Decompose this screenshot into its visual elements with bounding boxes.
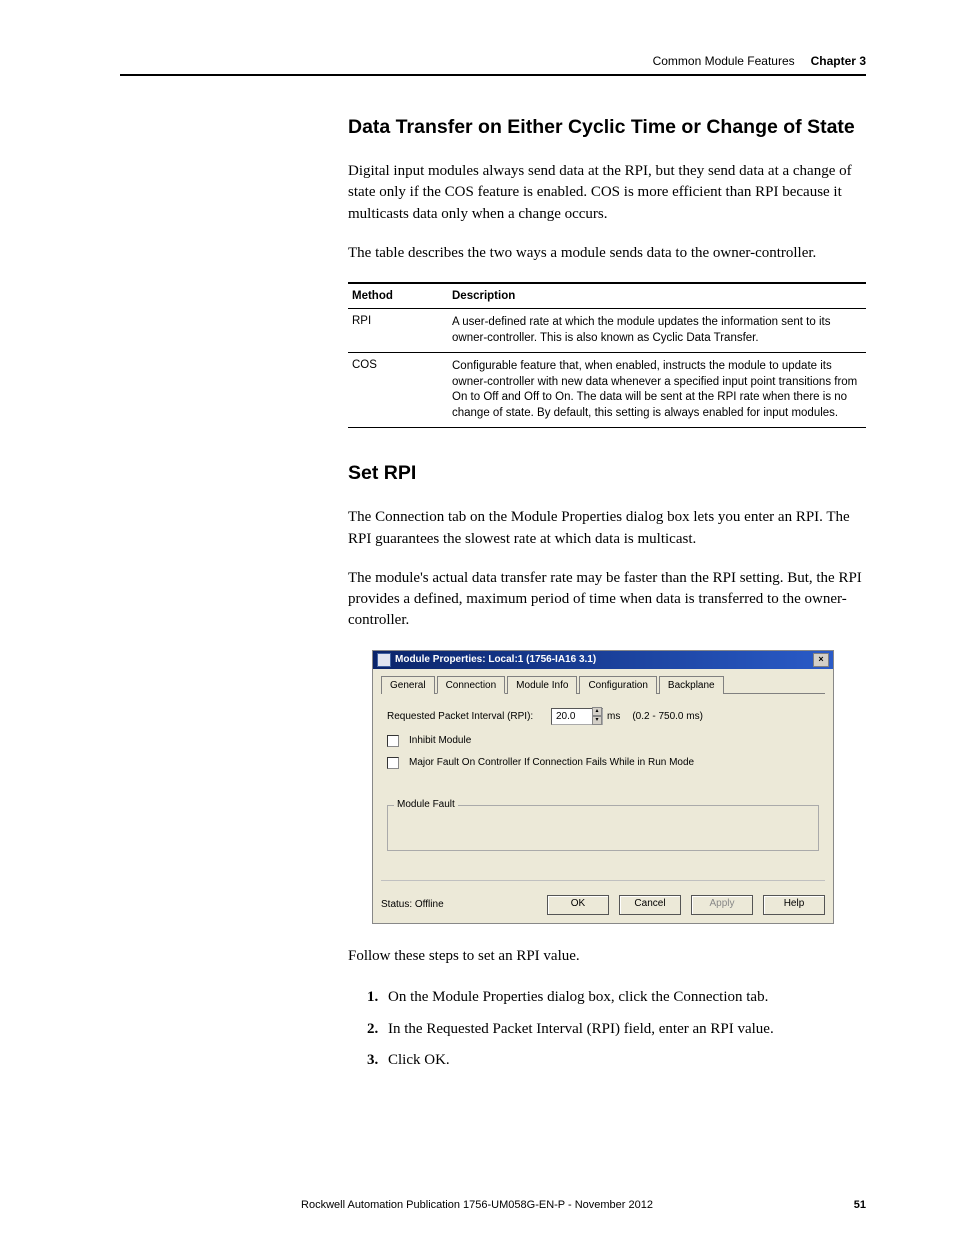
section-heading-set-rpi: Set RPI [348,462,866,485]
body-text: Follow these steps to set an RPI value. [348,946,866,967]
body-text: Digital input modules always send data a… [348,161,866,225]
tab-backplane[interactable]: Backplane [659,676,724,694]
close-icon[interactable]: × [813,653,829,667]
module-fault-legend: Module Fault [394,799,458,810]
ok-button[interactable]: OK [547,895,609,915]
rpi-unit: ms [607,711,620,722]
status-text: Status: Offline [381,899,537,910]
module-fault-group: Module Fault [387,805,819,851]
list-item: Click OK. [382,1048,866,1074]
tab-configuration[interactable]: Configuration [579,676,656,694]
dialog-title: Module Properties: Local:1 (1756-IA16 3.… [395,654,596,665]
body-text: The Connection tab on the Module Propert… [348,507,866,550]
table-cell-method: COS [348,353,448,428]
header-section: Common Module Features [653,54,795,68]
tab-general[interactable]: General [381,676,435,694]
help-button[interactable]: Help [763,895,825,915]
table-cell-description: Configurable feature that, when enabled,… [448,353,866,428]
rpi-range: (0.2 - 750.0 ms) [632,711,703,722]
page-footer: Rockwell Automation Publication 1756-UM0… [0,1199,954,1211]
inhibit-module-label: Inhibit Module [409,735,471,746]
spinner-icon[interactable]: ▴▾ [592,707,602,725]
rpi-label: Requested Packet Interval (RPI): [387,711,547,722]
table-header-method: Method [348,283,448,309]
header-chapter: Chapter 3 [811,54,866,68]
section-heading-data-transfer: Data Transfer on Either Cyclic Time or C… [348,116,866,139]
major-fault-label: Major Fault On Controller If Connection … [409,757,694,768]
page-number: 51 [854,1199,866,1211]
table-cell-method: RPI [348,309,448,353]
apply-button: Apply [691,895,753,915]
footer-text: Rockwell Automation Publication 1756-UM0… [301,1199,653,1211]
steps-list: On the Module Properties dialog box, cli… [348,985,866,1074]
tab-connection[interactable]: Connection [437,676,506,694]
dialog-titlebar: Module Properties: Local:1 (1756-IA16 3.… [373,651,833,669]
cancel-button[interactable]: Cancel [619,895,681,915]
header-rule [120,74,866,76]
table-row: RPI A user-defined rate at which the mod… [348,309,866,353]
inhibit-module-checkbox[interactable] [387,735,399,747]
body-text: The table describes the two ways a modul… [348,243,866,264]
module-properties-dialog: Module Properties: Local:1 (1756-IA16 3.… [372,650,834,924]
list-item: In the Requested Packet Interval (RPI) f… [382,1017,866,1043]
table-cell-description: A user-defined rate at which the module … [448,309,866,353]
body-text: The module's actual data transfer rate m… [348,568,866,632]
table-header-description: Description [448,283,866,309]
major-fault-checkbox[interactable] [387,757,399,769]
window-icon [377,653,391,667]
running-header: Common Module Features Chapter 3 [120,54,866,74]
list-item: On the Module Properties dialog box, cli… [382,985,866,1011]
table-row: COS Configurable feature that, when enab… [348,353,866,428]
methods-table: Method Description RPI A user-defined ra… [348,282,866,428]
tab-module-info[interactable]: Module Info [507,676,577,694]
tab-strip: General Connection Module Info Configura… [381,675,825,694]
rpi-input[interactable]: 20.0 ▴▾ [551,708,603,725]
rpi-value: 20.0 [556,711,575,722]
